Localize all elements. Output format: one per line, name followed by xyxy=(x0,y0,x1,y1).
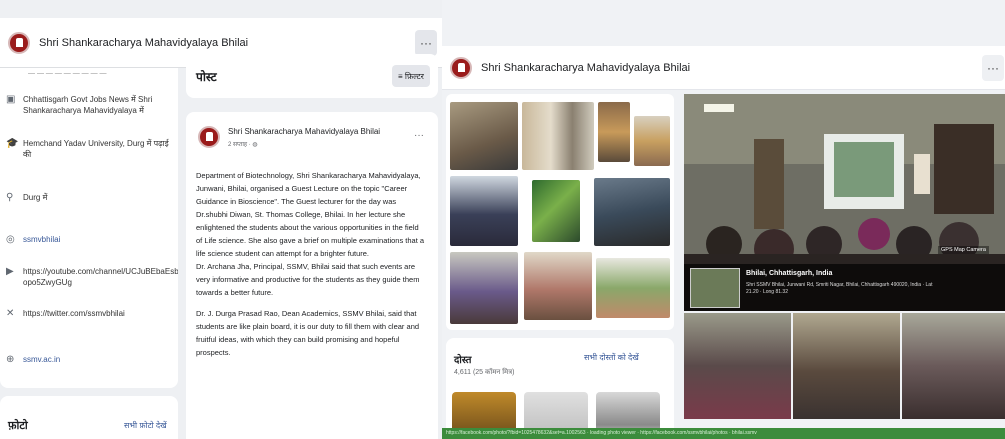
photo-thumbnail[interactable] xyxy=(594,178,670,246)
posts-header-card: पोस्ट ≡ फ़िल्टर xyxy=(186,54,438,98)
photo-thumbnail[interactable] xyxy=(532,180,580,242)
about-item-twitter[interactable]: ✕ https://twitter.com/ssmvbhilai xyxy=(6,308,174,319)
photo-thumbnail[interactable] xyxy=(902,313,1005,419)
post-paragraph: Dr. Archana Jha, Principal, SSMV, Bhilai… xyxy=(196,262,420,297)
post-author-name[interactable]: Shri Shankaracharya Mahavidyalaya Bhilai xyxy=(228,127,380,136)
gps-camera-label: GPS Map Camera xyxy=(938,246,989,254)
location-icon: ⚲ xyxy=(6,192,14,203)
post-paragraph: Dr. J. Durga Prasad Rao, Dean Academics,… xyxy=(196,309,420,357)
more-options-button[interactable]: ··· xyxy=(415,30,437,56)
photo-thumbnail[interactable] xyxy=(522,102,594,170)
friends-count: 4,611 (25 कॉमन मित्र) xyxy=(454,369,515,376)
photo-thumbnail[interactable] xyxy=(793,313,900,419)
friends-heading: दोस्त xyxy=(454,355,472,366)
photo-thumbnail[interactable] xyxy=(450,102,518,170)
college-logo[interactable] xyxy=(8,31,30,54)
intro-card: — — — — — — — — — ▣ Chhattisgarh Govt Jo… xyxy=(0,68,178,388)
post-card: Shri Shankaracharya Mahavidyalaya Bhilai… xyxy=(186,112,438,439)
about-item-instagram[interactable]: ◎ ssmvbhilai xyxy=(6,234,174,245)
instagram-icon: ◎ xyxy=(6,234,15,245)
work-icon: ▣ xyxy=(6,94,16,105)
status-bar: https://facebook.com/photo/?fbid=1025478… xyxy=(442,428,1005,439)
see-all-photos-link[interactable]: सभी फ़ोटो देखें xyxy=(124,420,167,431)
photos-card: फ़ोटो सभी फ़ोटो देखें xyxy=(0,396,178,439)
post-timestamp[interactable]: 2 सप्ताह · ◍ xyxy=(228,140,258,148)
photo-thumbnail[interactable] xyxy=(450,176,518,246)
page-title[interactable]: Shri Shankaracharya Mahavidyalaya Bhilai xyxy=(481,62,690,74)
twitter-link[interactable]: https://twitter.com/ssmvbhilai xyxy=(23,308,125,319)
globe-icon: ⊕ xyxy=(6,354,15,365)
about-item-location: ⚲ Durg में xyxy=(6,192,174,203)
posts-heading: पोस्ट xyxy=(196,70,217,84)
youtube-link[interactable]: https://youtube.com/channel/UCJuBEbaEsb … xyxy=(23,266,178,288)
x-icon: ✕ xyxy=(6,308,15,319)
photo-thumbnail[interactable] xyxy=(684,313,791,419)
instagram-link[interactable]: ssmvbhilai xyxy=(23,234,60,245)
post-options-button[interactable]: ··· xyxy=(414,130,424,141)
gps-location: Bhilai, Chhattisgarh, India xyxy=(746,270,833,277)
photo-thumbnail[interactable] xyxy=(596,258,670,318)
photo-thumbnail[interactable] xyxy=(524,252,592,320)
college-logo[interactable] xyxy=(450,56,472,79)
left-browser-pane: Shri Shankaracharya Mahavidyalaya Bhilai… xyxy=(0,0,442,439)
youtube-icon: ▶ xyxy=(6,266,14,277)
page-header-bar: Shri Shankaracharya Mahavidyalaya Bhilai… xyxy=(442,46,1005,90)
photos-grid xyxy=(446,94,674,330)
more-options-button[interactable]: ··· xyxy=(982,55,1004,81)
post-body: Department of Biotechnology, Shri Shanka… xyxy=(196,169,426,359)
gps-map-thumbnail xyxy=(690,268,740,308)
page-title[interactable]: Shri Shankaracharya Mahavidyalaya Bhilai xyxy=(39,37,248,49)
gps-overlay: Bhilai, Chhattisgarh, India Shri SSMV Bh… xyxy=(684,246,1005,311)
about-item-text: Chhattisgarh Govt Jobs News में Shri Sha… xyxy=(23,95,153,115)
photo-thumbnail[interactable] xyxy=(450,252,518,324)
post-author-avatar[interactable] xyxy=(198,126,220,148)
about-item-work: ▣ Chhattisgarh Govt Jobs News में Shri S… xyxy=(6,94,174,116)
about-item-text: Durg में xyxy=(23,193,48,202)
about-item-text: Hemchand Yadav University, Durg में पढ़ा… xyxy=(23,139,169,159)
truncated-line: — — — — — — — — — xyxy=(28,70,107,77)
photos-heading: फ़ोटो xyxy=(8,420,28,432)
photo-thumbnail[interactable] xyxy=(634,116,670,166)
about-item-education: 🎓 Hemchand Yadav University, Durg में पढ… xyxy=(6,138,174,160)
photo-strip xyxy=(684,313,1005,419)
post-paragraph: Department of Biotechnology, Shri Shanka… xyxy=(196,171,425,258)
see-all-friends-link[interactable]: सभी दोस्तों को देखें xyxy=(584,352,639,363)
photo-thumbnail[interactable] xyxy=(598,102,630,162)
more-dots-icon: ··· xyxy=(987,61,999,75)
friends-card: दोस्त 4,611 (25 कॉमन मित्र) सभी दोस्तों … xyxy=(446,338,674,439)
featured-photo[interactable]: Bhilai, Chhattisgarh, India Shri SSMV Bh… xyxy=(684,94,1005,311)
gps-address: Shri SSMV Bhilai, Junwani Rd, Smriti Nag… xyxy=(746,282,933,295)
about-item-website[interactable]: ⊕ ssmv.ac.in xyxy=(6,354,174,365)
right-browser-pane: Shri Shankaracharya Mahavidyalaya Bhilai… xyxy=(442,0,1005,439)
about-item-youtube[interactable]: ▶ https://youtube.com/channel/UCJuBEbaEs… xyxy=(6,266,178,288)
filter-button[interactable]: ≡ फ़िल्टर xyxy=(392,65,430,87)
website-link[interactable]: ssmv.ac.in xyxy=(23,354,60,365)
school-icon: 🎓 xyxy=(6,138,19,149)
more-dots-icon: ··· xyxy=(420,36,432,50)
